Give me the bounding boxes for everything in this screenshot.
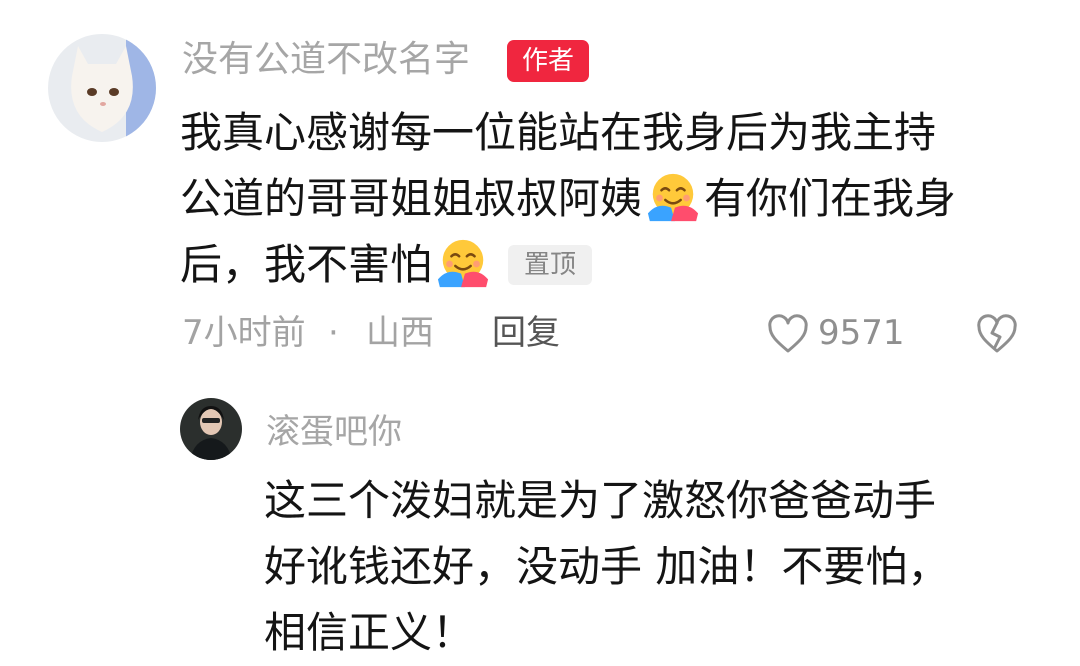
person-avatar-icon [180,398,242,460]
comment-line-3: 后，我不害怕 置顶 [180,232,1040,298]
reply-avatar[interactable] [180,398,242,460]
hugging-face-emoji-icon [644,171,702,225]
like-count: 9571 [818,313,905,353]
comment-line-2-text-b: 有你们在我身 [704,174,957,223]
pinned-tag: 置顶 [508,245,593,285]
reply-line-2: 好讹钱还好，没动手 加油！不要怕， [264,542,950,591]
comment-time: 7小时前 [182,313,306,353]
comment-line-3-text: 后，我不害怕 [180,240,433,289]
author-badge: 作者 [507,40,589,82]
reply-line-3: 相信正义！ [264,608,475,657]
reply-author-name[interactable]: 滚蛋吧你 [266,412,402,452]
reply-line-1: 这三个泼妇就是为了激怒你爸爸动手 [264,476,937,525]
comment-text: 我真心感谢每一位能站在我身后为我主持 公道的哥哥姐姐叔叔阿姨 有你们在我身 后，我… [180,100,1040,298]
reply-button[interactable]: 回复 [492,312,560,354]
comment-line-1: 我真心感谢每一位能站在我身后为我主持 [180,108,937,157]
broken-heart-icon[interactable] [974,313,1020,355]
comment-line-2: 公道的哥哥姐姐叔叔阿姨 有你们在我身 [180,166,1040,232]
comment-location: 山西 [366,313,434,353]
avatar[interactable] [48,34,156,142]
heart-outline-icon[interactable] [766,313,810,355]
hugging-face-emoji-icon [434,237,492,291]
comment-author-name[interactable]: 没有公道不改名字 [182,40,470,80]
comment-line-2-text-a: 公道的哥哥姐姐叔叔阿姨 [180,174,643,223]
cat-avatar-icon [48,34,156,142]
reply-text: 这三个泼妇就是为了激怒你爸爸动手 好讹钱还好，没动手 加油！不要怕， 相信正义！ [264,468,1044,666]
meta-separator: · [328,313,339,353]
